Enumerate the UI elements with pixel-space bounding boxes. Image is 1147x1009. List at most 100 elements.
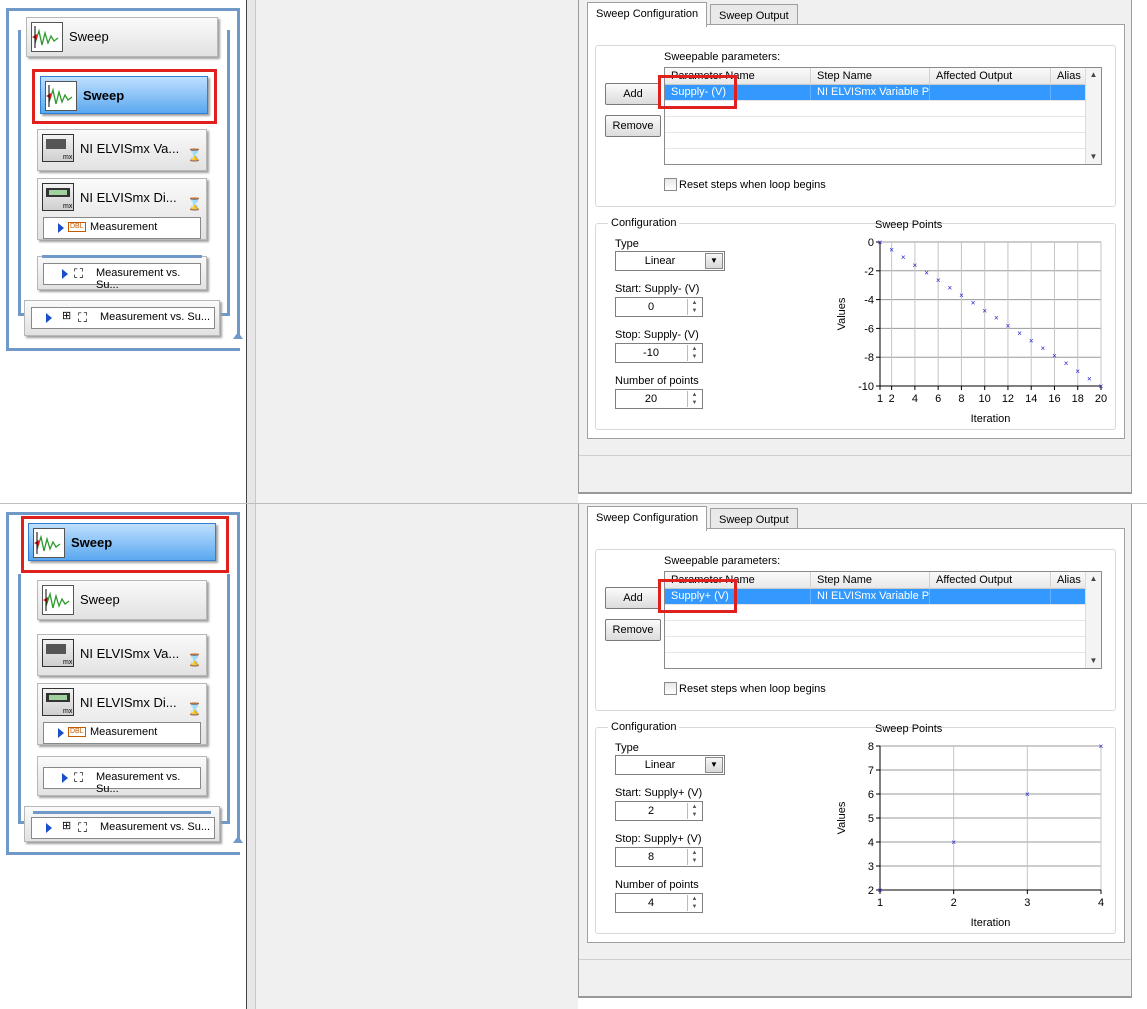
sweep-icon (31, 22, 63, 52)
graph-step-inner[interactable]: ⛶ Measurement vs. Su... (37, 756, 207, 796)
sequence-tree: Sweep Sweep mx NI ELVISmx Va... ⌛ mx NI … (0, 504, 247, 1009)
type-value: Linear (644, 759, 676, 771)
table-row[interactable] (665, 637, 1086, 653)
highlight-box (658, 75, 737, 109)
elvis-va-step[interactable]: mx NI ELVISmx Va... ⌛ (37, 129, 207, 171)
graph-output[interactable]: ⛶ Measurement vs. Su... (43, 263, 201, 291)
add-button[interactable]: Add (605, 83, 661, 105)
col-alias[interactable]: Alias (1051, 68, 1087, 84)
col-affected-output[interactable]: Affected Output (930, 572, 1051, 588)
y-tick-label: 3 (868, 861, 874, 873)
y-tick-label: -4 (864, 295, 874, 307)
graph-output[interactable]: ⛶ Measurement vs. Su... (43, 767, 201, 795)
graph-output[interactable]: ⊞ ⛶ Measurement vs. Su... (31, 817, 215, 839)
add-button[interactable]: Add (605, 587, 661, 609)
table-scrollbar[interactable]: ▲ ▼ (1085, 68, 1101, 164)
start-value: 0 (647, 301, 655, 313)
loop-line (18, 30, 21, 316)
params-title: Sweepable parameters: (664, 555, 781, 567)
splitter[interactable] (247, 0, 256, 504)
tab-sweep-configuration[interactable]: Sweep Configuration (587, 2, 708, 27)
params-title: Sweepable parameters: (664, 51, 781, 63)
spinner[interactable]: ▲ ▼ (687, 299, 701, 315)
hourglass-icon: ⌛ (187, 197, 202, 211)
graph-step-outer[interactable]: ⊞ ⛶ Measurement vs. Su... (24, 806, 220, 842)
sweep-step-inner[interactable]: Sweep (37, 580, 207, 620)
col-step-name[interactable]: Step Name (811, 68, 930, 84)
table-row[interactable] (665, 133, 1086, 149)
loop-line (6, 348, 240, 351)
x-tick-label: 14 (1025, 393, 1037, 405)
graph-step-inner[interactable]: ⛶ Measurement vs. Su... (37, 255, 207, 291)
measurement-output[interactable]: DBL Measurement (43, 217, 201, 239)
reset-steps-checkbox[interactable] (664, 682, 677, 695)
y-tick-label: -2 (864, 266, 874, 278)
spinner[interactable]: ▲ ▼ (687, 849, 701, 865)
spinner[interactable]: ▲ ▼ (687, 895, 701, 911)
y-tick-label: 7 (868, 765, 874, 777)
tab-sweep-configuration[interactable]: Sweep Configuration (587, 506, 708, 531)
stop-value: 8 (647, 851, 655, 863)
data-point: × (901, 253, 906, 262)
table-row[interactable] (665, 117, 1086, 133)
data-point: × (1099, 742, 1104, 751)
x-tick-label: 12 (1002, 393, 1014, 405)
empty-area (256, 504, 578, 1009)
scroll-down-icon[interactable]: ▼ (1086, 150, 1101, 164)
spinner[interactable]: ▲ ▼ (687, 345, 701, 361)
highlight-box (32, 69, 217, 124)
properties-panel: Sweep Configuration Sweep Output Sweepab… (578, 0, 1132, 494)
col-alias[interactable]: Alias (1051, 572, 1087, 588)
svg-text:mx: mx (63, 659, 73, 666)
graph-step-outer[interactable]: ⊞ ⛶ Measurement vs. Su... (24, 300, 220, 336)
x-axis-label: Iteration (971, 413, 1011, 425)
loop-line (6, 512, 240, 515)
splitter[interactable] (247, 504, 256, 1009)
type-dropdown[interactable]: Linear ▼ (615, 251, 725, 271)
expand-arrow-icon (58, 728, 64, 738)
points-input[interactable]: 4 ▲ ▼ (615, 893, 703, 913)
col-step-name[interactable]: Step Name (811, 572, 930, 588)
type-dropdown[interactable]: Linear ▼ (615, 755, 725, 775)
data-point: × (1025, 790, 1030, 799)
top-half: Sweep Sweep mx NI ELVISmx Va... ⌛ mx NI … (0, 0, 1147, 504)
scroll-up-icon[interactable]: ▲ (1086, 68, 1101, 82)
col-affected-output[interactable]: Affected Output (930, 68, 1051, 84)
elvis-va-step[interactable]: mx NI ELVISmx Va... ⌛ (37, 634, 207, 676)
chevron-down-icon[interactable]: ▼ (705, 757, 723, 773)
empty-area (256, 0, 578, 504)
start-input[interactable]: 0 ▲ ▼ (615, 297, 703, 317)
stop-input[interactable]: 8 ▲ ▼ (615, 847, 703, 867)
spinner[interactable]: ▲ ▼ (687, 391, 701, 407)
params-group: Sweepable parameters: Add Remove Paramet… (595, 45, 1116, 207)
cell-alias (1051, 589, 1086, 604)
step-label: Sweep (69, 29, 109, 44)
remove-button[interactable]: Remove (605, 619, 661, 641)
scroll-up-icon[interactable]: ▲ (1086, 572, 1101, 586)
table-scrollbar[interactable]: ▲ ▼ (1085, 572, 1101, 668)
reset-steps-checkbox[interactable] (664, 178, 677, 191)
dmm-icon: mx (42, 688, 74, 716)
data-point: × (947, 284, 952, 293)
spinner[interactable]: ▲ ▼ (687, 803, 701, 819)
expand-arrow-icon (58, 223, 64, 233)
start-input[interactable]: 2 ▲ ▼ (615, 801, 703, 821)
table-row[interactable] (665, 621, 1086, 637)
elvis-di-step[interactable]: mx NI ELVISmx Di... ⌛ DBL Measurement (37, 178, 207, 240)
reset-steps-label: Reset steps when loop begins (679, 179, 826, 191)
expand-plus-icon[interactable]: ⊞ (62, 309, 71, 322)
hourglass-icon: ⌛ (187, 653, 202, 667)
remove-button[interactable]: Remove (605, 115, 661, 137)
scroll-down-icon[interactable]: ▼ (1086, 654, 1101, 668)
chevron-down-icon[interactable]: ▼ (705, 253, 723, 269)
expand-arrow-icon (46, 313, 52, 323)
x-tick-label: 8 (958, 393, 964, 405)
measurement-output[interactable]: DBL Measurement (43, 722, 201, 744)
stop-input[interactable]: -10 ▲ ▼ (615, 343, 703, 363)
sweep-step-outer[interactable]: Sweep (26, 17, 218, 57)
graph-output[interactable]: ⊞ ⛶ Measurement vs. Su... (31, 307, 215, 329)
sweep-icon (42, 585, 74, 615)
points-input[interactable]: 20 ▲ ▼ (615, 389, 703, 409)
elvis-di-step[interactable]: mx NI ELVISmx Di... ⌛ DBL Measurement (37, 683, 207, 745)
expand-plus-icon[interactable]: ⊞ (62, 819, 71, 832)
